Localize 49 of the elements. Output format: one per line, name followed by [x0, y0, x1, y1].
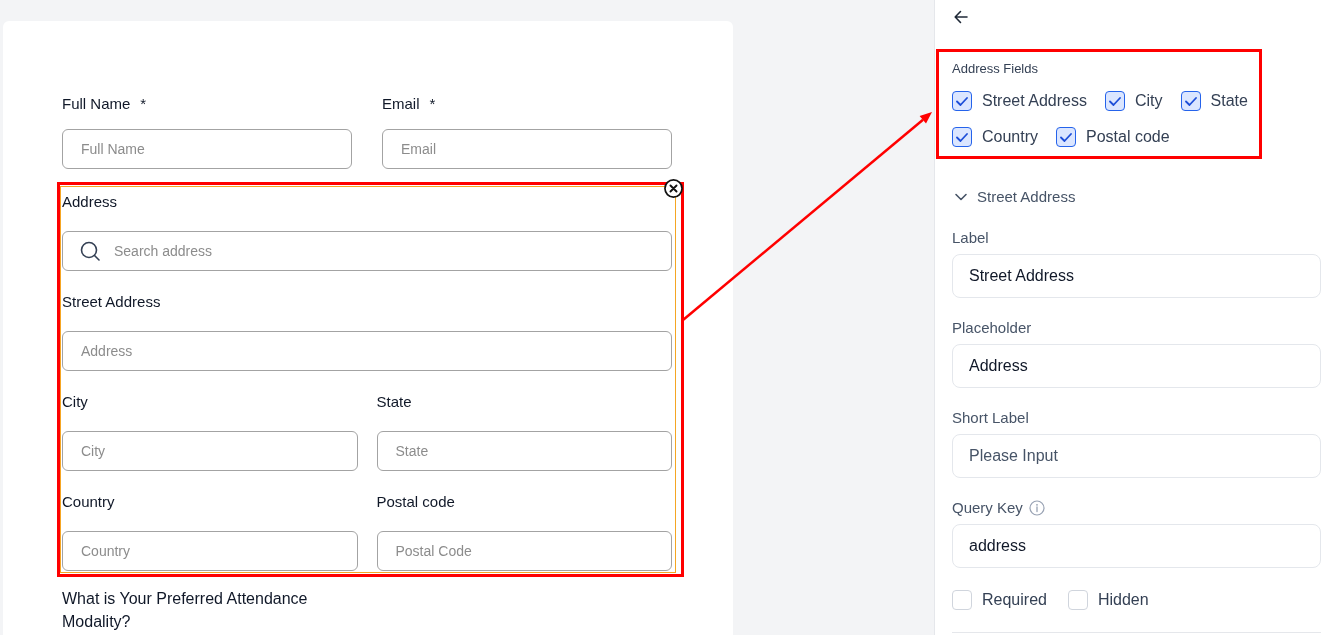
input-field[interactable]: Full Name — [62, 129, 352, 169]
field-label: Postal code — [376, 492, 456, 512]
input-field[interactable]: address — [952, 524, 1321, 568]
field-label: Address — [62, 192, 119, 212]
property-label: Label — [952, 228, 989, 248]
input-field[interactable]: City — [62, 431, 358, 471]
input-field[interactable]: Email — [382, 129, 672, 169]
checkbox[interactable] — [1104, 91, 1125, 111]
back-arrow-icon[interactable] — [954, 10, 968, 24]
field-label: State — [376, 392, 413, 412]
checkbox[interactable] — [1180, 91, 1201, 111]
checkbox[interactable] — [952, 91, 972, 111]
field-label: Email — [382, 94, 420, 114]
checkbox-label[interactable]: Required — [982, 590, 1047, 610]
search-field[interactable]: Search address — [62, 231, 672, 271]
checkmark-icon — [1184, 96, 1197, 106]
checkbox[interactable] — [1056, 127, 1077, 147]
input-field[interactable]: Address — [62, 331, 672, 371]
address-block[interactable]: Address Search address Street Address Address City City State State Country Country Postal code Postal Code — [60, 186, 676, 573]
input-field[interactable]: Postal Code — [376, 531, 672, 571]
input-field[interactable]: Address — [952, 344, 1321, 388]
field-label: City — [62, 392, 89, 412]
required-mark: * — [140, 94, 147, 114]
input-field[interactable]: Country — [62, 531, 358, 571]
close-icon[interactable] — [664, 179, 683, 198]
checkmark-icon — [956, 132, 968, 142]
property-label: Short Label — [952, 408, 1029, 428]
question-label: What is Your Preferred Attendance Modality? — [62, 589, 309, 632]
property-label: Placeholder — [952, 318, 1032, 338]
input-field[interactable]: State — [376, 431, 672, 471]
checkbox-label[interactable]: Postal code — [1086, 127, 1170, 147]
checkmark-icon — [1108, 96, 1121, 106]
field-label: Full Name — [62, 94, 131, 114]
field-label: Country — [62, 492, 116, 512]
checkbox-label[interactable]: Country — [982, 127, 1039, 147]
checkbox[interactable] — [952, 127, 972, 147]
checkbox-label[interactable]: Hidden — [1097, 590, 1149, 610]
field-label: Street Address — [62, 292, 162, 312]
checkmark-icon — [956, 96, 968, 106]
property-label: Query Key — [952, 498, 1023, 518]
section-header[interactable]: Street Address — [952, 187, 1076, 207]
checkmark-icon — [1060, 132, 1073, 142]
section-title: Address Fields — [952, 61, 1039, 77]
search-icon — [80, 241, 100, 261]
required-mark: * — [429, 94, 436, 114]
input-field[interactable]: Street Address — [952, 254, 1321, 298]
checkbox-label[interactable]: State — [1210, 91, 1248, 111]
checkbox-label[interactable]: Street Address — [982, 91, 1087, 111]
checkbox-label[interactable]: City — [1134, 91, 1163, 111]
